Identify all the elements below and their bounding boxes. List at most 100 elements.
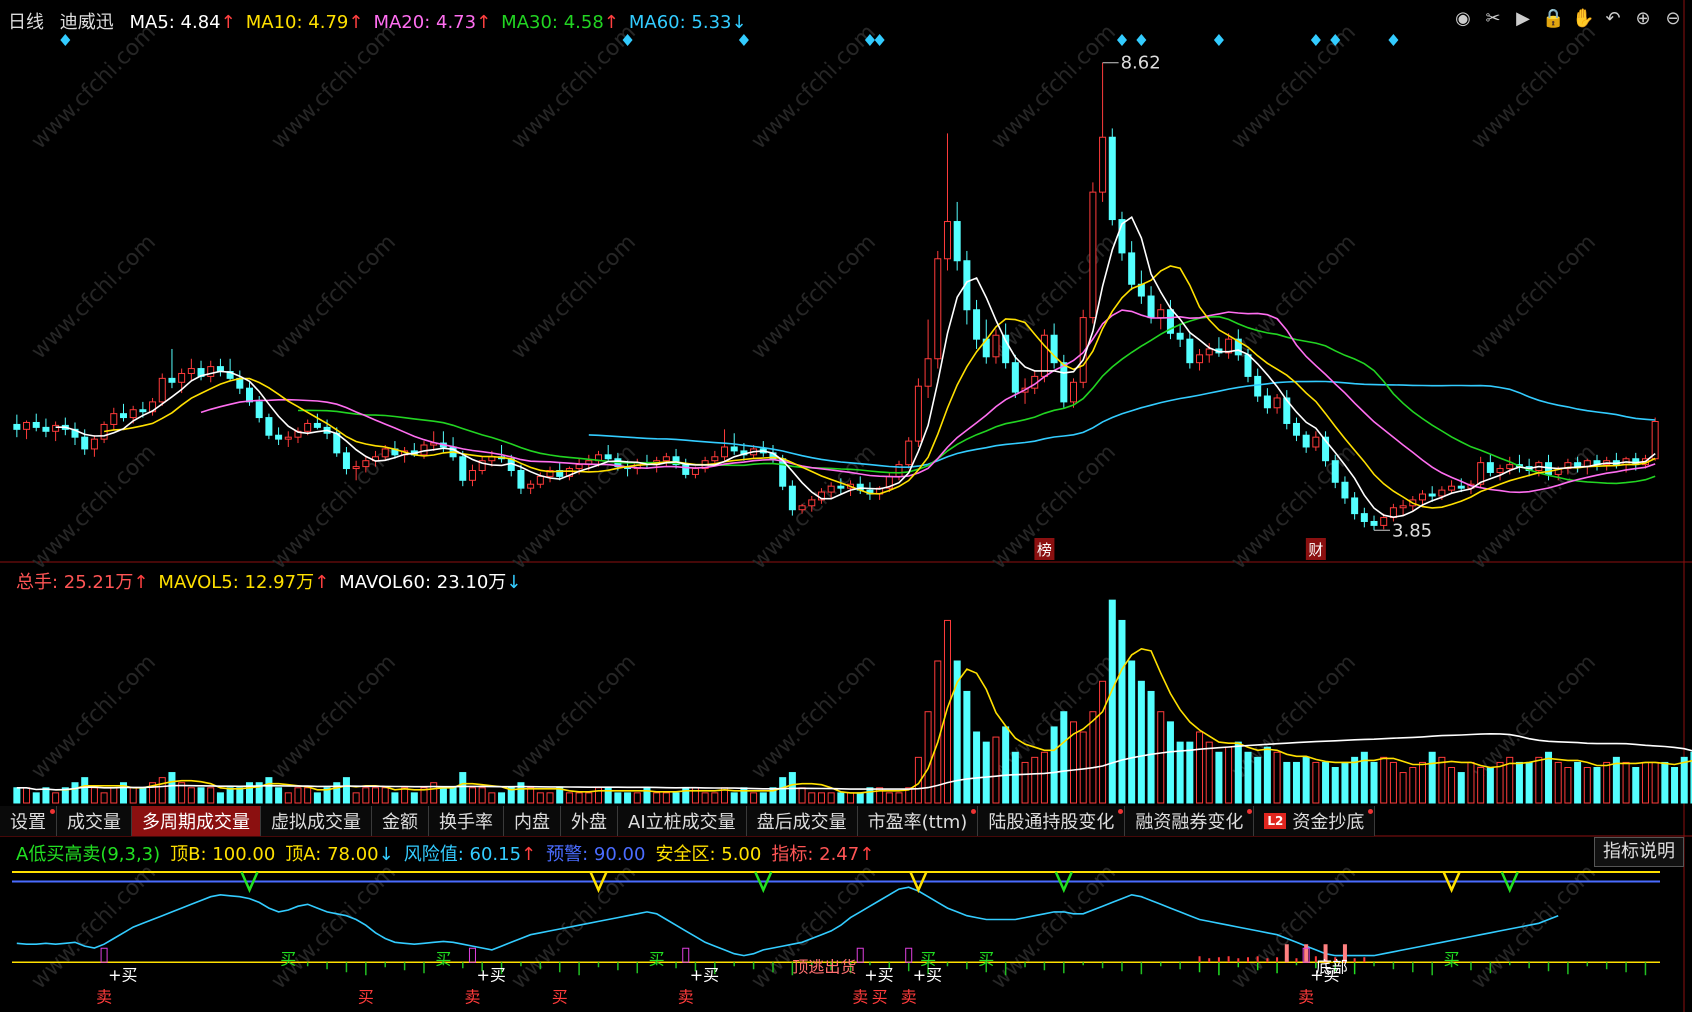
scissors-icon[interactable]: ✂ [1482,8,1504,30]
volume-bar [866,787,874,804]
candle-body [1418,493,1426,501]
play-icon[interactable]: ▶ [1512,8,1534,30]
tab-1[interactable]: 成交量 [57,806,132,836]
tab-5[interactable]: 换手率 [429,806,504,836]
volume-bar [1234,741,1242,804]
volume-bar [478,787,486,804]
watermark-text: www.cfchi.com [27,230,161,364]
green-buy-label: 买 [280,949,296,968]
tab-0[interactable]: 设置 [0,806,57,836]
tab-12[interactable]: 融资融券变化 [1125,806,1255,836]
buy-box [856,947,864,963]
candle-body [1360,513,1368,522]
volume-bar [1680,756,1688,804]
candle-body [178,372,186,383]
volume-bar [1011,751,1019,804]
eye-icon[interactable]: ◉ [1452,8,1474,30]
watermark-text: www.cfchi.com [1467,860,1601,994]
vol-legend-item-arrow-2: ↓ [506,572,522,593]
watermark-text: www.cfchi.com [27,650,161,784]
volume-bar [1225,746,1233,804]
candle [1137,270,1145,304]
candle-body [1205,348,1213,356]
tab-label: 成交量 [67,812,121,833]
volume-bar [662,792,670,804]
volume-bar [342,777,350,804]
zoom-in-icon[interactable]: ⊕ [1632,8,1654,30]
candle [284,431,292,447]
indicator-explain-button[interactable]: 指标说明 [1594,837,1684,867]
candle-body [1331,460,1339,483]
candle-body [1438,489,1446,497]
candle [478,456,486,475]
candle [914,378,922,447]
buy-plus-label: +买 [108,965,137,984]
tab-9[interactable]: 盘后成交量 [746,806,858,836]
candle [90,435,98,457]
period-label[interactable]: 日线 [8,12,44,33]
volume-bar [1574,761,1582,804]
volume-bar [856,792,864,804]
indicator-legend-item-4: 预警: 90.00 [546,844,646,865]
candle-body [604,454,612,460]
tab-4[interactable]: 金额 [372,806,429,836]
undo-icon[interactable]: ↶ [1602,8,1624,30]
badge-bang: 榜 [1037,541,1052,559]
tab-6[interactable]: 内盘 [504,806,561,836]
volume-bar [982,741,990,804]
candle-body [81,436,89,450]
watermark-text: www.cfchi.com [267,20,401,154]
indicator-legend-item-6: 指标: 2.47↑ [771,844,875,865]
volume-bar [546,792,554,804]
stock-name: 迪威迅 [59,12,114,33]
vol-legend-item-arrow-0: ↑ [133,572,149,593]
volume-bar [1040,751,1048,804]
candle [265,413,273,440]
tab-label: 金额 [382,812,418,833]
volume-bar [556,787,564,804]
candle [1370,515,1378,531]
volume-bar [1399,772,1407,804]
volume-bar [71,782,79,804]
tab-10[interactable]: 市盈率(ttm) [857,806,979,836]
candle [216,358,224,377]
volume-bar [352,792,360,804]
tab-8[interactable]: AI立桩成交量 [618,806,747,836]
lock-icon[interactable]: 🔒 [1542,8,1564,30]
tab-11[interactable]: 陆股通持股变化 [978,806,1126,836]
candle [1089,182,1097,324]
candle-body [973,309,981,340]
sell-label: 卖 [96,987,112,1006]
ma-legend-item-1: MA10: 4.79↑ [245,12,364,33]
candle-body [992,334,1000,358]
indicator-legend-item-3: 风险值: 60.15↑ [403,844,537,865]
tab-2[interactable]: 多周期成交量 [132,806,261,836]
volume-bar [1515,761,1523,804]
candle [866,482,874,500]
tab-7[interactable]: 外盘 [561,806,618,836]
hand-icon[interactable]: ✋ [1572,8,1594,30]
volume-bar [701,792,709,804]
candle-body [788,485,796,511]
candle-body [459,456,467,481]
buy-label: 买 [552,987,568,1006]
candle-body [575,464,583,470]
volume-bar [565,792,573,804]
volume-bar [1263,746,1271,804]
watermark-text: www.cfchi.com [1227,20,1361,154]
candle-body [265,417,273,436]
event-diamond [738,34,749,46]
tab-3[interactable]: 虚拟成交量 [261,806,372,836]
tab-13[interactable]: L2 资金抄底 [1254,806,1376,836]
candle [953,201,961,271]
volume-bar [13,787,21,804]
watermark-text: www.cfchi.com [27,20,161,154]
zoom-out-icon[interactable]: ⊖ [1662,8,1684,30]
volume-bar [633,792,641,804]
candle-body [342,452,350,470]
volume-bar [488,792,496,804]
tab-dot [50,809,55,814]
candle-body [207,366,215,377]
volume-bar [827,792,835,804]
volume-bar [236,787,244,804]
